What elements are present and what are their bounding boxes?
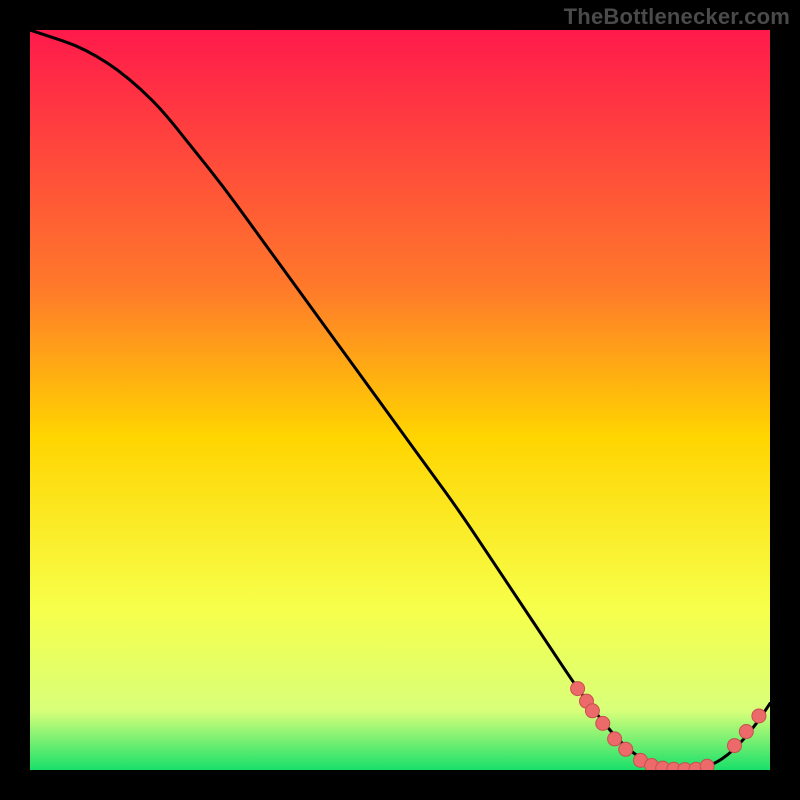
data-dot bbox=[739, 725, 753, 739]
plot-area bbox=[30, 30, 770, 770]
data-dot bbox=[727, 739, 741, 753]
data-dot bbox=[608, 732, 622, 746]
watermark-text: TheBottlenecker.com bbox=[564, 4, 790, 30]
chart-svg bbox=[30, 30, 770, 770]
data-dot bbox=[596, 716, 610, 730]
chart-stage: TheBottlenecker.com bbox=[0, 0, 800, 800]
data-dot bbox=[700, 759, 714, 770]
data-dot bbox=[619, 742, 633, 756]
data-dot bbox=[571, 682, 585, 696]
data-dot bbox=[752, 709, 766, 723]
data-dot bbox=[585, 704, 599, 718]
gradient-background bbox=[30, 30, 770, 770]
